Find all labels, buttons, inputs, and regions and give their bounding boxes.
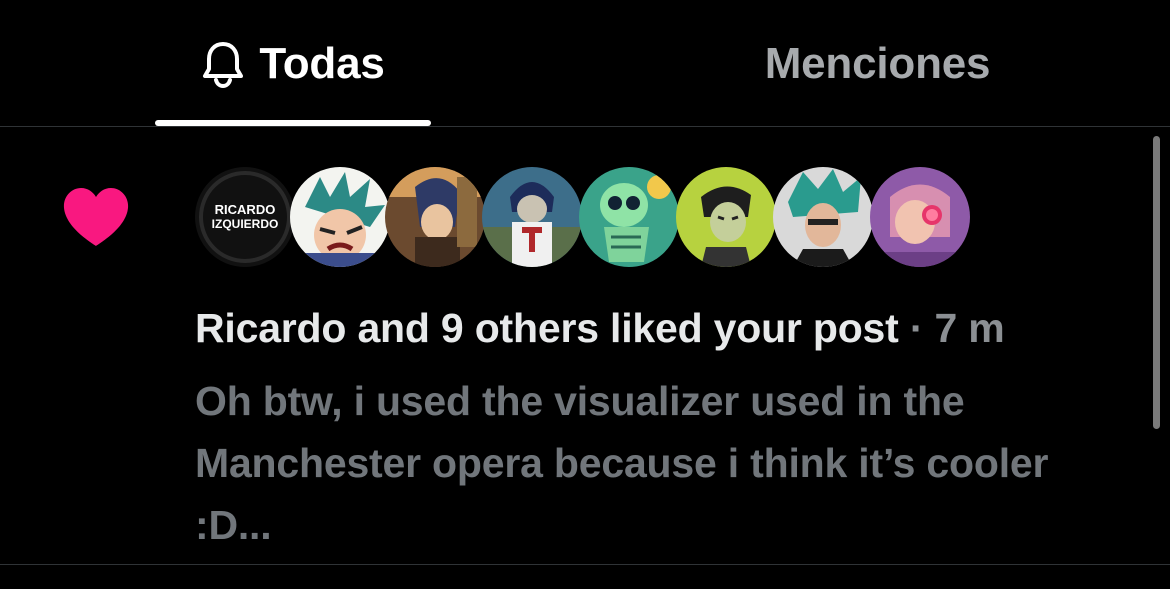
- notification-title: Ricardo and 9 others liked your post · 7…: [195, 305, 1005, 352]
- notification-post-preview: Oh btw, i used the visualizer used in th…: [195, 378, 1049, 548]
- notification-tabs: Todas Menciones: [0, 0, 1170, 127]
- avatar-6[interactable]: [676, 167, 776, 267]
- avatar-7[interactable]: [773, 167, 873, 267]
- avatar-3[interactable]: [385, 167, 485, 267]
- avatar-2[interactable]: [290, 167, 390, 267]
- notification-separator: ·: [898, 305, 935, 351]
- avatar-4[interactable]: [482, 167, 582, 267]
- tab-mentions[interactable]: Menciones: [740, 0, 1015, 127]
- tab-all-label: Todas: [259, 38, 385, 88]
- avatar-ricardo[interactable]: RICARDO IZQUIERDO: [195, 167, 295, 267]
- notification-time: 7 m: [934, 305, 1005, 351]
- heart-icon: [62, 186, 130, 248]
- notification-title-text: Ricardo and 9 others liked your post: [195, 305, 899, 351]
- scrollbar[interactable]: [1153, 136, 1160, 429]
- avatar-ricardo-text-2: IZQUIERDO: [212, 217, 279, 231]
- tab-mentions-label: Menciones: [764, 38, 991, 88]
- bell-icon: [201, 40, 245, 88]
- avatar-ricardo-text-1: RICARDO: [215, 202, 276, 217]
- notification-divider: [0, 564, 1170, 565]
- like-notification[interactable]: RICARDO IZQUIERDO Ricardo and 9 others l…: [0, 127, 1170, 564]
- avatar-8[interactable]: [870, 167, 970, 267]
- tab-all[interactable]: Todas: [155, 0, 431, 127]
- avatar-5[interactable]: [579, 167, 679, 267]
